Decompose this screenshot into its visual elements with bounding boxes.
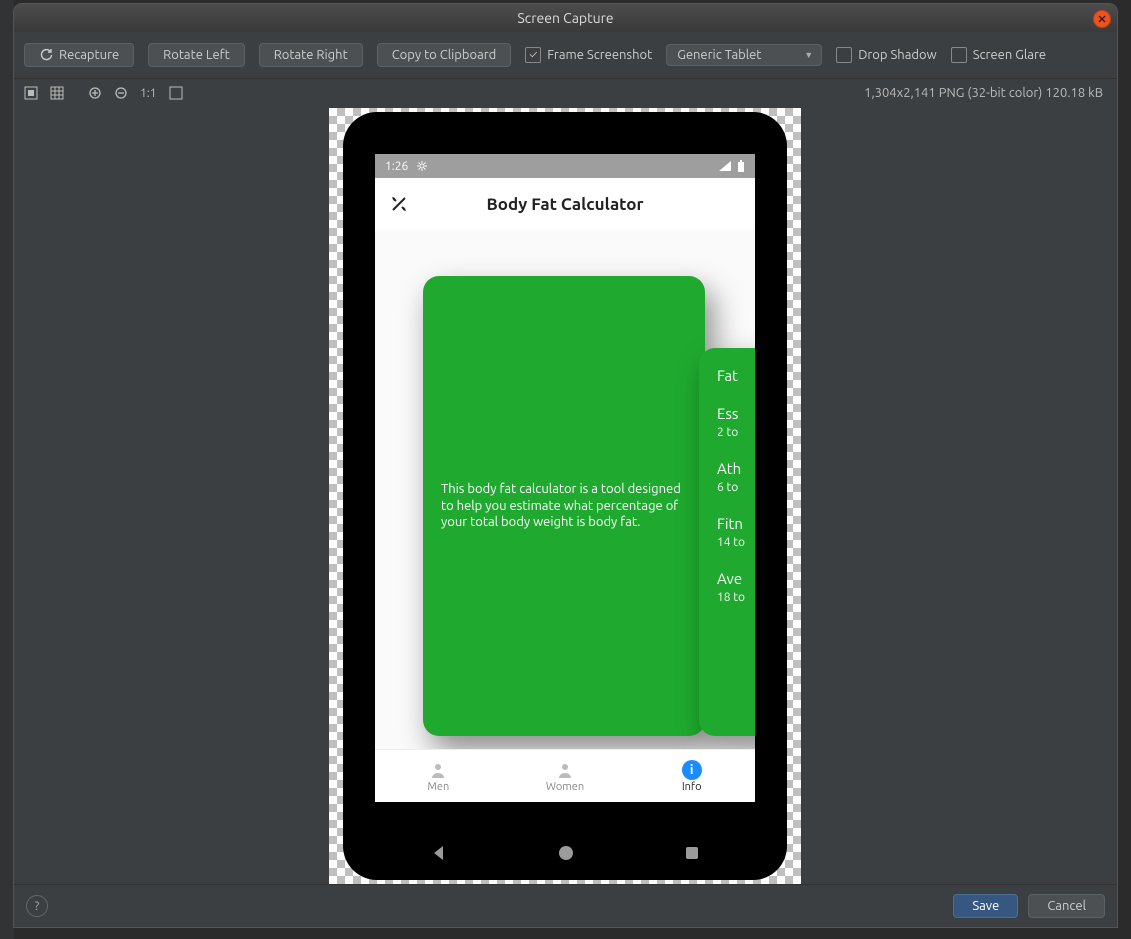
recapture-button[interactable]: Recapture — [24, 43, 134, 67]
recents-icon[interactable] — [684, 845, 700, 861]
zoom-in-icon — [88, 86, 102, 100]
android-statusbar: 1:26 — [375, 154, 755, 178]
fit-zoom-button[interactable] — [165, 82, 187, 104]
rotate-left-button[interactable]: Rotate Left — [148, 43, 245, 67]
preview-canvas[interactable]: 1:26 Body Fat Calculator — [14, 104, 1117, 885]
image-info-status: 1,304x2,141 PNG (32-bit color) 120.18 kB — [864, 86, 1111, 100]
ide-gutter — [0, 0, 14, 939]
bottom-nav: Men Women i Info — [375, 749, 755, 802]
cancel-button[interactable]: Cancel — [1028, 894, 1105, 918]
back-icon[interactable] — [430, 844, 448, 862]
person-icon — [428, 760, 448, 780]
info-card-categories: Fat Ess2 to Ath6 to Fitn14 to Ave18 to — [699, 348, 755, 736]
grid-button[interactable] — [46, 82, 68, 104]
dialog-footer: ? Save Cancel — [14, 884, 1117, 927]
refresh-icon — [39, 48, 53, 62]
gear-icon — [416, 160, 428, 172]
device-frame-dropdown[interactable]: Generic Tablet — [666, 44, 822, 66]
grid-icon — [50, 86, 64, 100]
android-nav-bar — [375, 838, 755, 868]
zoom-out-icon — [114, 86, 128, 100]
home-icon[interactable] — [557, 844, 575, 862]
main-toolbar: Recapture Rotate Left Rotate Right Copy … — [14, 32, 1117, 79]
info-icon: i — [682, 760, 702, 780]
checkbox-icon — [836, 47, 852, 63]
fit-zoom-icon — [169, 86, 183, 100]
checkbox-icon — [525, 47, 541, 63]
zoom-out-button[interactable] — [110, 82, 132, 104]
app-title: Body Fat Calculator — [375, 195, 755, 214]
transparency-background: 1:26 Body Fat Calculator — [329, 108, 801, 884]
zoom-in-button[interactable] — [84, 82, 106, 104]
device-screen: 1:26 Body Fat Calculator — [375, 154, 755, 802]
info-card-text: This body fat calculator is a tool desig… — [441, 481, 687, 532]
fit-icon — [24, 86, 38, 100]
person-icon — [555, 760, 575, 780]
nav-men[interactable]: Men — [375, 750, 502, 802]
close-icon — [1098, 15, 1106, 23]
nav-women[interactable]: Women — [502, 750, 629, 802]
tablet-frame: 1:26 Body Fat Calculator — [343, 112, 787, 880]
battery-icon — [737, 160, 745, 172]
screen-glare-checkbox[interactable]: Screen Glare — [951, 47, 1046, 63]
checkbox-icon — [951, 47, 967, 63]
window-title: Screen Capture — [517, 10, 613, 26]
actual-size-button[interactable] — [20, 82, 42, 104]
screen-capture-window: Screen Capture Recapture Rotate Left Rot… — [14, 4, 1117, 927]
zoom-actual-button[interactable]: 1:1 — [136, 82, 161, 104]
app-bar: Body Fat Calculator — [375, 178, 755, 231]
status-time: 1:26 — [385, 160, 408, 173]
help-button[interactable]: ? — [26, 895, 48, 917]
recapture-label: Recapture — [59, 48, 119, 62]
info-card-main: This body fat calculator is a tool desig… — [423, 276, 705, 736]
nav-info[interactable]: i Info — [628, 750, 755, 802]
save-button[interactable]: Save — [953, 894, 1018, 918]
window-close-button[interactable] — [1093, 10, 1111, 28]
copy-clipboard-button[interactable]: Copy to Clipboard — [377, 43, 512, 67]
rotate-right-button[interactable]: Rotate Right — [259, 43, 363, 67]
signal-icon — [719, 161, 731, 171]
titlebar: Screen Capture — [14, 4, 1117, 32]
frame-screenshot-checkbox[interactable]: Frame Screenshot — [525, 47, 652, 63]
app-content: This body fat calculator is a tool desig… — [375, 230, 755, 750]
drop-shadow-checkbox[interactable]: Drop Shadow — [836, 47, 936, 63]
